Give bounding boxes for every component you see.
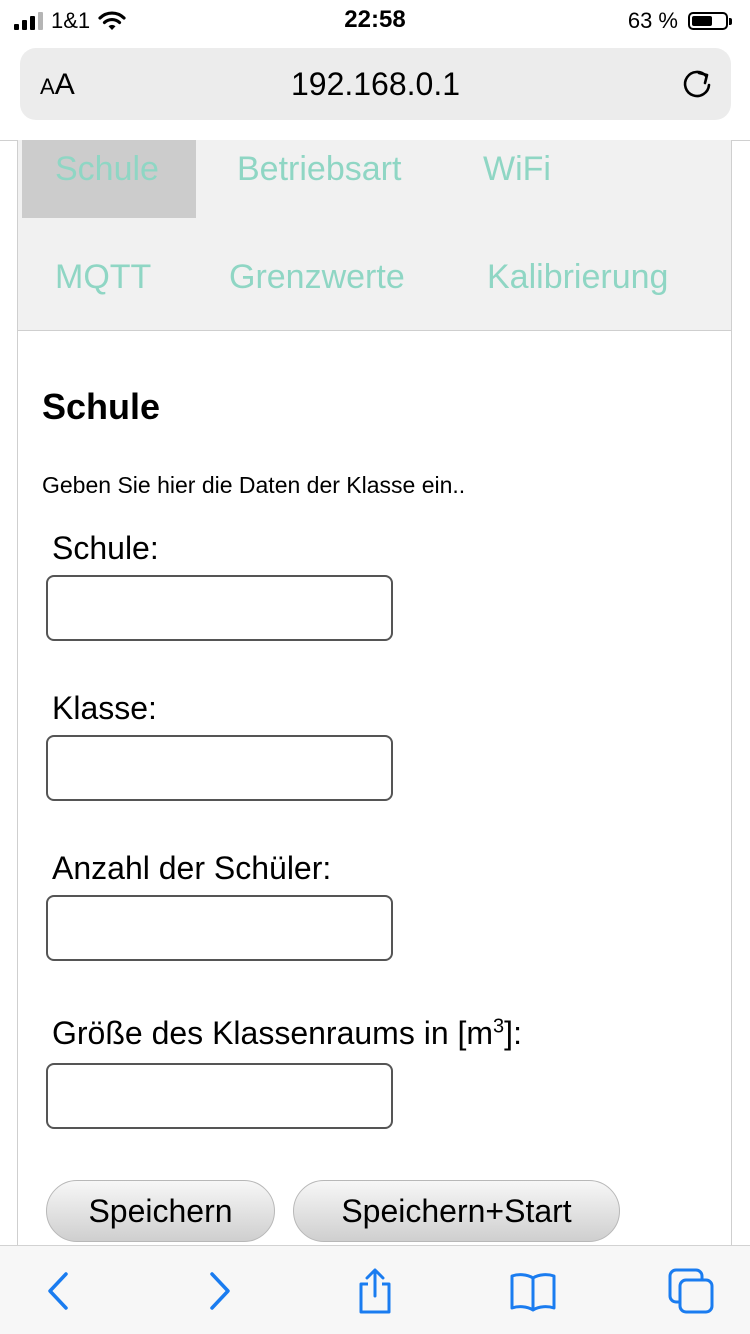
battery-level [692, 16, 712, 26]
address-bar[interactable]: AA 192.168.0.1 [20, 48, 731, 120]
tabs-icon[interactable] [666, 1266, 716, 1316]
label-schule: Schule: [52, 530, 159, 566]
battery-icon [688, 12, 732, 30]
forward-icon[interactable] [194, 1266, 244, 1316]
status-right: 63 % [627, 8, 732, 34]
raumgroesse-input[interactable] [46, 1063, 393, 1129]
save-start-button[interactable]: Speichern+Start [293, 1180, 620, 1242]
tab-grenzwerte[interactable]: Grenzwerte [229, 260, 405, 294]
bookmarks-icon[interactable] [508, 1266, 558, 1316]
tab-schule[interactable]: Schule [55, 152, 159, 186]
tab-bar: Schule Betriebsart WiFi MQTT Grenzwerte … [17, 140, 732, 331]
tab-kalibrierung[interactable]: Kalibrierung [487, 260, 668, 294]
reload-icon[interactable] [677, 64, 717, 104]
back-icon[interactable] [34, 1266, 84, 1316]
label-anzahl-schueler: Anzahl der Schüler: [52, 850, 332, 886]
share-icon[interactable] [350, 1266, 400, 1316]
tab-wifi[interactable]: WiFi [483, 152, 551, 186]
battery-percent: 63 % [627, 8, 678, 33]
klasse-input[interactable] [46, 735, 393, 801]
save-button[interactable]: Speichern [46, 1180, 275, 1242]
label-raumgroesse: Größe des Klassenraums in [m3]: [52, 1015, 522, 1051]
section-intro: Geben Sie hier die Daten der Klasse ein.… [42, 472, 466, 498]
tab-mqtt[interactable]: MQTT [55, 260, 151, 294]
anzahl-schueler-input[interactable] [46, 895, 393, 961]
section-title: Schule [42, 386, 161, 427]
label-klasse: Klasse: [52, 690, 157, 726]
url-display[interactable]: 192.168.0.1 [20, 66, 731, 103]
status-bar: 1&1 22:58 63 % [0, 0, 750, 40]
tab-betriebsart[interactable]: Betriebsart [237, 152, 401, 186]
browser-toolbar [0, 1245, 750, 1334]
schule-input[interactable] [46, 575, 393, 641]
